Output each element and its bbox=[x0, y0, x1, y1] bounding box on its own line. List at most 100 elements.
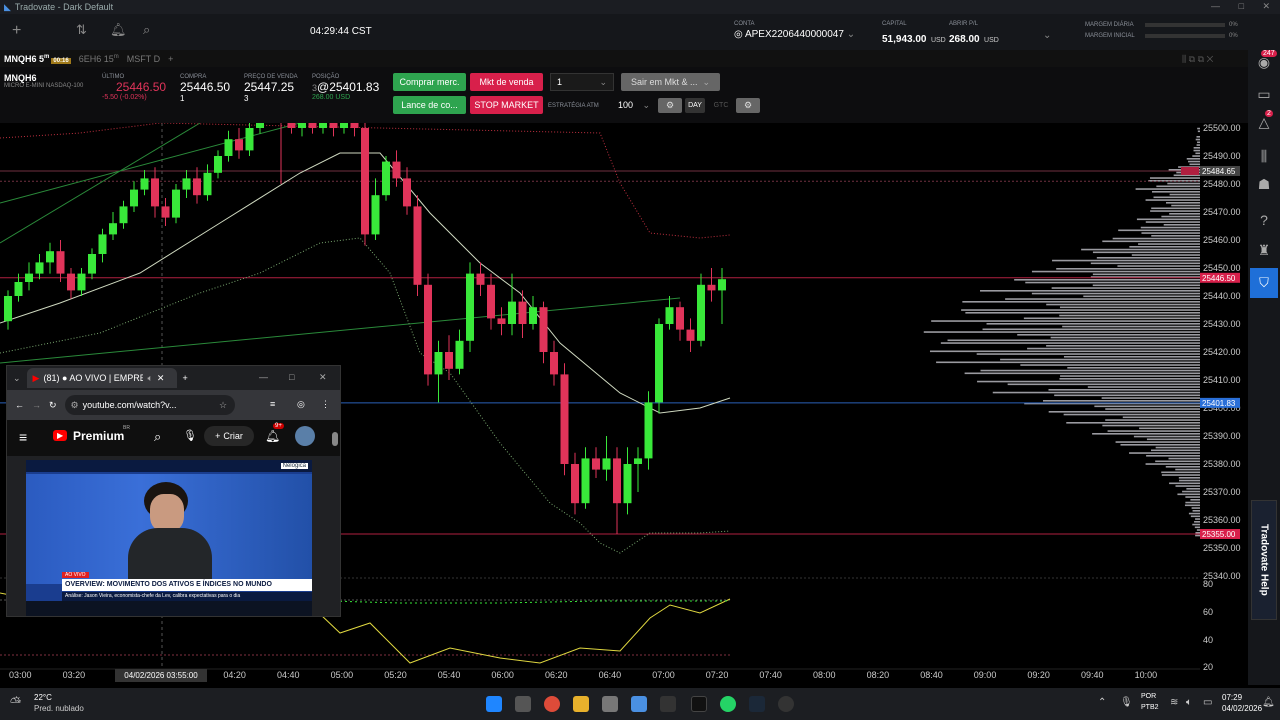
add-icon[interactable]: + bbox=[12, 22, 21, 40]
close-icon[interactable]: ✕ bbox=[1262, 1, 1270, 12]
speaker-icon[interactable]: 🔈︎ bbox=[147, 373, 152, 384]
tradovate-help-tab[interactable]: Tradovate Help bbox=[1251, 500, 1277, 620]
candle-body bbox=[182, 178, 191, 190]
help-icon[interactable]: ? bbox=[1255, 212, 1273, 228]
volume-bar bbox=[1175, 468, 1200, 471]
time-tick-label: 07:20 bbox=[706, 670, 729, 680]
minimize-icon[interactable]: — bbox=[1211, 1, 1220, 11]
buy-market-button[interactable]: Comprar merc. bbox=[393, 73, 466, 91]
shield-icon[interactable]: ⛉ bbox=[1250, 268, 1278, 298]
tab-msft[interactable]: MSFT D bbox=[123, 54, 164, 64]
volume-bar bbox=[1115, 441, 1200, 443]
volume-bar bbox=[1193, 149, 1200, 152]
weather-icon[interactable]: ⛅︎ bbox=[10, 694, 21, 711]
reload-icon[interactable]: ↻ bbox=[49, 400, 57, 411]
tab-mnqh6[interactable]: MNQH6 5m00:16 bbox=[0, 54, 75, 64]
browser-popup-window[interactable]: ⌄ ▶ (81) ● AO VIVO | EMPREG 🔈︎ ✕ + — □ ✕… bbox=[6, 365, 341, 617]
new-tab-icon[interactable]: + bbox=[183, 373, 188, 383]
forward-icon[interactable]: → bbox=[32, 400, 41, 410]
community-icon[interactable]: ☗ bbox=[1255, 176, 1273, 193]
steam-icon[interactable] bbox=[749, 696, 765, 712]
position-pl: 268.00 USD bbox=[312, 94, 351, 101]
microphone-icon[interactable]: 🎙︎ bbox=[1120, 697, 1133, 708]
stop-market-button[interactable]: STOP MARKET bbox=[470, 96, 543, 114]
bell-icon[interactable]: 🔔︎ bbox=[110, 22, 127, 38]
account-block[interactable]: CONTA ◎ APEX2206440000047 ⌄ bbox=[734, 21, 855, 40]
search-icon[interactable]: ⌕ bbox=[154, 429, 161, 445]
maximize-icon[interactable]: □ bbox=[1239, 1, 1244, 11]
volume-bar bbox=[1135, 188, 1200, 190]
candle-body bbox=[287, 123, 296, 128]
volume-bar bbox=[1020, 364, 1200, 366]
microphone-icon[interactable]: 🎙︎ bbox=[183, 429, 197, 442]
day-button[interactable]: DAY bbox=[685, 98, 705, 113]
language-indicator[interactable]: POR bbox=[1141, 693, 1156, 700]
settings-app-icon[interactable] bbox=[778, 696, 794, 712]
symbol-name[interactable]: MNQH6 bbox=[4, 73, 83, 83]
chevron-down-icon[interactable]: ⌄ bbox=[1043, 30, 1051, 41]
wifi-icon[interactable]: ≋ bbox=[1170, 697, 1178, 708]
volume-bar bbox=[1059, 306, 1200, 309]
maximize-icon[interactable]: □ bbox=[289, 372, 294, 382]
sort-icon[interactable]: ⇅ bbox=[76, 22, 87, 38]
video-player[interactable]: Nelogica AO VIVO OVERVIEW: MOVIMENTO DOS… bbox=[26, 460, 312, 616]
trophy-icon[interactable]: ♜ bbox=[1255, 242, 1273, 259]
task-view-icon[interactable] bbox=[515, 696, 531, 712]
minimize-icon[interactable]: — bbox=[259, 372, 268, 382]
windows-start-icon[interactable] bbox=[486, 696, 502, 712]
whatsapp-icon[interactable] bbox=[720, 696, 736, 712]
notification-center-icon[interactable]: 🔔︎ bbox=[1262, 697, 1275, 708]
settings-icon[interactable]: ⚙ bbox=[658, 98, 682, 113]
app-icon[interactable] bbox=[660, 696, 676, 712]
site-info-icon[interactable]: ⚙ bbox=[71, 400, 79, 411]
settings-icon[interactable]: ⚙ bbox=[736, 98, 760, 113]
volume-bar bbox=[1197, 127, 1200, 130]
store-icon[interactable] bbox=[602, 696, 618, 712]
tab-6eh6[interactable]: 6EH6 15m bbox=[75, 54, 123, 64]
star-icon[interactable]: ☆ bbox=[219, 400, 227, 411]
candle-body bbox=[308, 123, 317, 128]
chevron-down-icon[interactable]: ⌄ bbox=[13, 373, 21, 384]
hamburger-menu-icon[interactable]: ≡ bbox=[19, 429, 27, 445]
tradingview-icon[interactable] bbox=[691, 696, 707, 712]
notification-bell-icon[interactable]: 🔔︎ bbox=[265, 429, 280, 443]
exit-at-market-button[interactable]: Sair em Mkt & ... ⌄ bbox=[621, 73, 720, 91]
menu-icon[interactable]: ⋮ bbox=[321, 399, 330, 410]
media-icon[interactable]: ≡ bbox=[270, 399, 275, 409]
chart-bars-icon[interactable]: ⫼ bbox=[1255, 148, 1273, 165]
file-explorer-icon[interactable] bbox=[573, 696, 589, 712]
volume-icon[interactable]: 🔈︎ bbox=[1186, 697, 1192, 708]
atm-qty-select[interactable]: 100 ⌄ bbox=[614, 97, 654, 113]
taskbar-clock[interactable]: 07:29 bbox=[1222, 693, 1242, 702]
youtube-logo-icon[interactable]: ▶ bbox=[53, 430, 68, 441]
bid-button[interactable]: Lance de co... bbox=[393, 96, 466, 114]
create-button[interactable]: + Criar bbox=[204, 426, 254, 446]
scrollbar[interactable] bbox=[332, 432, 338, 446]
tradovate-icon[interactable] bbox=[631, 696, 647, 712]
taskbar-date[interactable]: 04/02/2026 bbox=[1222, 704, 1262, 713]
avatar[interactable] bbox=[295, 426, 315, 446]
atm-strategy-label: ESTRATÉGIA ATM bbox=[548, 103, 599, 109]
profile-icon[interactable]: ◎ bbox=[297, 399, 305, 410]
search-icon[interactable]: ⌕ bbox=[143, 22, 150, 38]
browser-tab-title[interactable]: (81) ● AO VIVO | EMPREG bbox=[43, 373, 143, 383]
keyboard-layout[interactable]: PTB2 bbox=[1141, 704, 1159, 711]
add-tab-icon[interactable]: + bbox=[164, 54, 177, 64]
price-tick-label: 25450.00 bbox=[1203, 263, 1241, 273]
time-tick-label: 05:40 bbox=[438, 670, 461, 680]
tab-close-icon[interactable]: ✕ bbox=[157, 373, 165, 384]
chat-icon[interactable]: ▭ bbox=[1255, 86, 1273, 103]
candle-body bbox=[497, 318, 506, 324]
back-icon[interactable]: ← bbox=[15, 400, 24, 410]
chrome-icon[interactable] bbox=[544, 696, 560, 712]
battery-icon[interactable]: ▭ bbox=[1203, 697, 1212, 708]
gtc-button[interactable]: GTC bbox=[710, 98, 732, 113]
volume-bar bbox=[1179, 479, 1200, 482]
chart-window-controls[interactable]: ⫼ ⧉ ⧉ ✕ bbox=[1182, 54, 1213, 65]
time-tick-label: 08:20 bbox=[867, 670, 890, 680]
url-bar[interactable]: youtube.com/watch?v... bbox=[83, 400, 177, 410]
close-icon[interactable]: ✕ bbox=[319, 372, 327, 383]
quantity-select[interactable]: 1 ⌄ bbox=[550, 73, 614, 91]
sell-market-button[interactable]: Mkt de venda bbox=[470, 73, 543, 91]
tray-chevron-icon[interactable]: ⌃ bbox=[1098, 697, 1106, 708]
